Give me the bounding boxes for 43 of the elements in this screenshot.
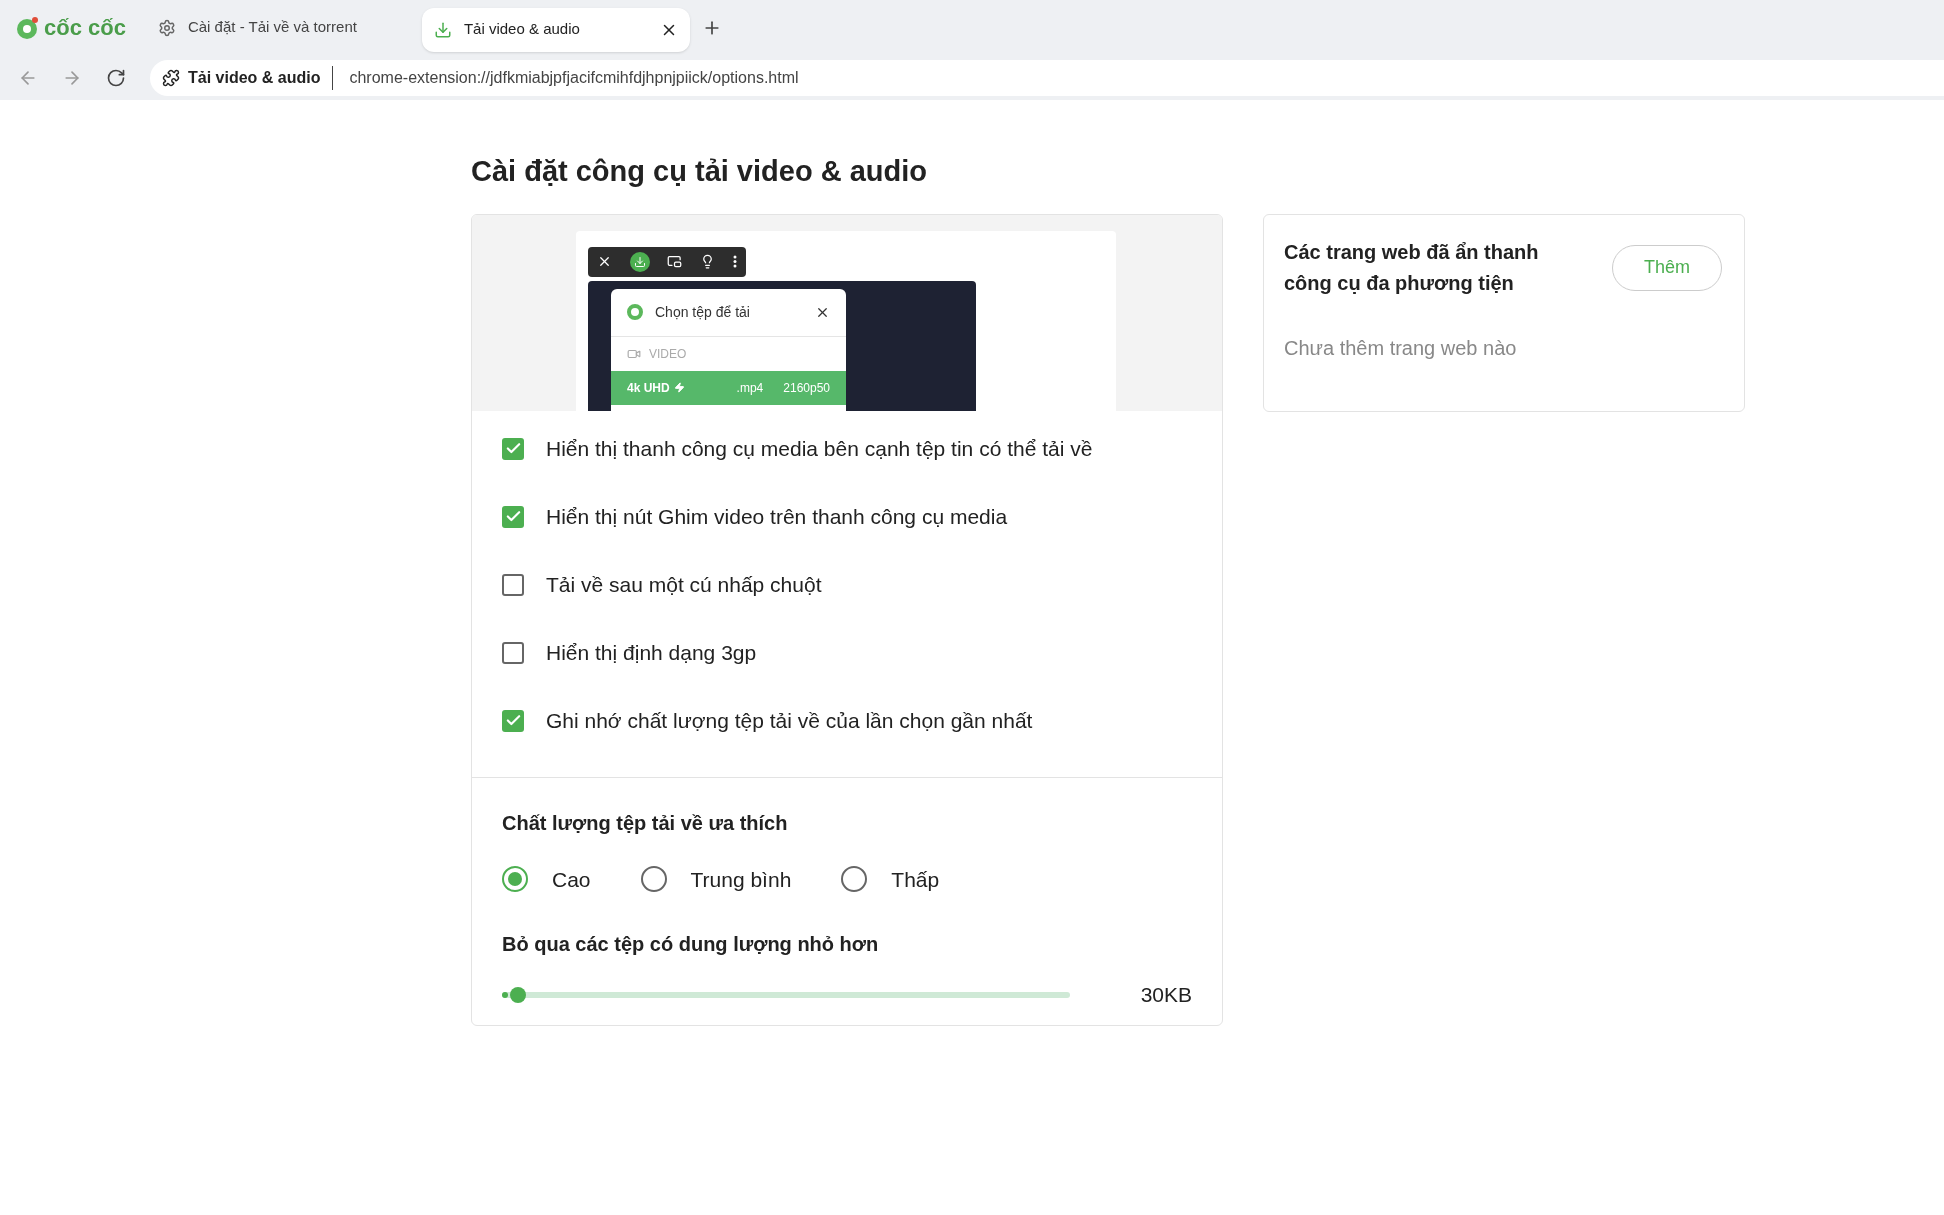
radio-button[interactable] [502, 866, 528, 893]
gear-icon [157, 18, 176, 37]
checkbox[interactable] [502, 573, 524, 596]
section-label: VIDEO [649, 345, 687, 363]
bolt-icon [673, 382, 685, 393]
reload-icon[interactable] [106, 67, 126, 88]
checkbox[interactable] [502, 437, 524, 460]
logo-text: cốc cốc [44, 14, 126, 42]
logo-icon [14, 14, 40, 41]
logo-icon [627, 304, 643, 320]
radio-label: Cao [552, 866, 591, 893]
address-field[interactable]: Tải video & audio chrome-extension://jdfkmiabjpfjacifcmihfdjhpnjpiick/options.html [150, 59, 1944, 96]
download-icon [629, 251, 650, 272]
slider[interactable] [502, 986, 1070, 1003]
option-label: Hiển thị nút Ghim video trên thanh công cụ media [546, 503, 1008, 530]
size-reading: 30KB [1140, 982, 1192, 1008]
page-label: Tải video & audio [188, 65, 334, 90]
checkbox[interactable] [502, 709, 524, 732]
slider-thumb[interactable] [509, 986, 526, 1003]
checkbox[interactable] [502, 505, 524, 528]
option-label: Tải về sau một cú nhấp chuột [546, 571, 822, 598]
page-title: Cài đặt công cụ tải video & audio [471, 154, 928, 189]
radio-label: Thấp [891, 866, 940, 893]
section-heading: Chất lượng tệp tải về ưa thích [502, 810, 789, 836]
radio-label: Trung bình [690, 866, 792, 893]
browser-tab[interactable]: Tải video & audio [421, 7, 690, 52]
card-title: Các trang web đã ẩn thanh công cụ đa phương tiện [1284, 239, 1540, 296]
pip-icon [667, 254, 683, 269]
download-icon [433, 20, 452, 39]
section-heading: Bỏ qua các tệp có dung lượng nhỏ hơn [502, 932, 880, 957]
quality-option: 4k UHD .mp4 2160p50 [611, 370, 846, 405]
popup-title: Chọn tệp để tải [655, 302, 751, 322]
url-text: chrome-extension://jdfkmiabjpfjacifcmihfdjhpnjpiick/options.html [348, 67, 799, 88]
more-icon [733, 255, 738, 268]
browser-tab[interactable]: Cài đặt - Tải về và torrent [149, 5, 410, 50]
checkbox[interactable] [502, 641, 524, 664]
radio-button[interactable] [841, 866, 868, 893]
option-label: Ghi nhớ chất lượng tệp tải về của lần chọn gần nhất [546, 707, 1033, 734]
puzzle-icon [162, 68, 180, 87]
option-label: Hiển thị định dạng 3gp [546, 639, 757, 666]
empty-text: Chưa thêm trang web nào [1284, 335, 1518, 361]
radio-button[interactable] [640, 866, 667, 893]
option-label: Hiển thị thanh công cụ media bên cạnh tệp tin có thể tải về [546, 435, 1093, 462]
